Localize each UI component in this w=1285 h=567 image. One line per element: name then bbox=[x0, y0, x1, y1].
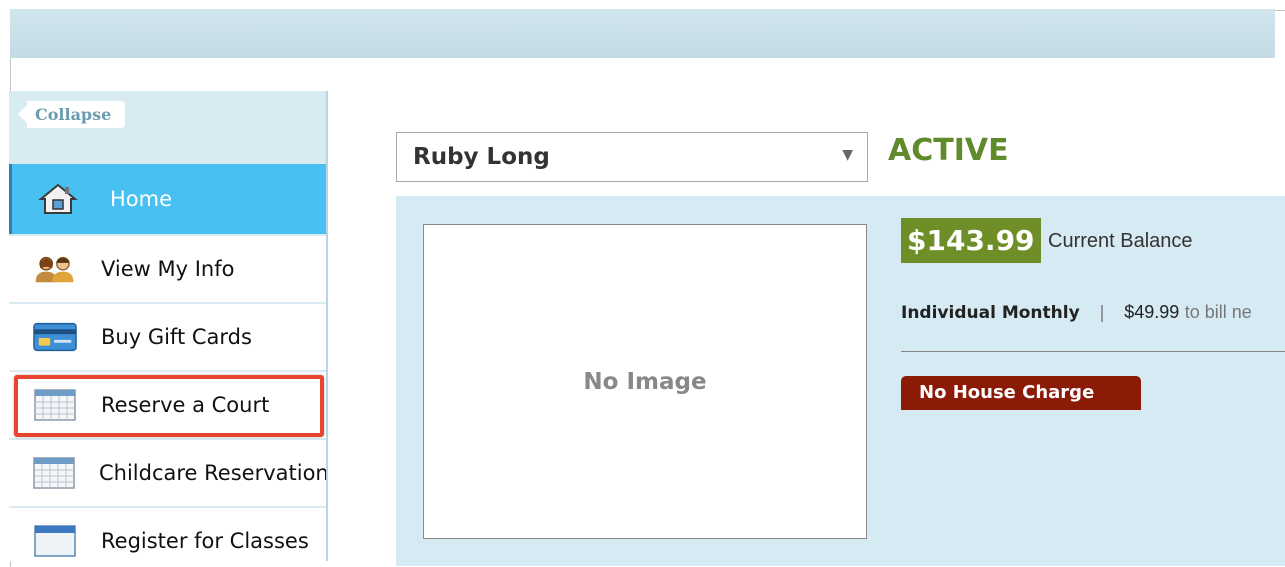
sidebar-item-home[interactable]: Home bbox=[9, 164, 326, 234]
plan-amount: $49.99 bbox=[1124, 302, 1180, 322]
calendar-icon bbox=[33, 457, 75, 489]
member-status: ACTIVE bbox=[888, 133, 1009, 168]
sidebar-item-label: Childcare Reservation bbox=[99, 461, 328, 485]
member-photo: No Image bbox=[423, 224, 867, 539]
sidebar-item-label: View My Info bbox=[101, 257, 235, 281]
gift-card-icon bbox=[33, 321, 77, 353]
sidebar-item-label: Buy Gift Cards bbox=[101, 325, 252, 349]
home-icon bbox=[36, 183, 80, 215]
photo-placeholder-text: No Image bbox=[583, 368, 707, 395]
sidebar-nav: Home View My Info Buy Gift Cards Reserve… bbox=[9, 164, 326, 561]
plan-name: Individual Monthly bbox=[901, 303, 1080, 323]
member-select[interactable]: Ruby Long ▼ bbox=[396, 132, 868, 182]
sidebar-item-view-my-info[interactable]: View My Info bbox=[9, 234, 326, 302]
house-charge-badge: No House Charge bbox=[901, 376, 1141, 410]
member-select-value: Ruby Long bbox=[413, 144, 550, 170]
sidebar-item-label: Register for Classes bbox=[101, 529, 309, 553]
sidebar-item-buy-gift-cards[interactable]: Buy Gift Cards bbox=[9, 302, 326, 370]
register-icon bbox=[33, 525, 77, 557]
sidebar-item-childcare-reservation[interactable]: Childcare Reservation bbox=[9, 438, 326, 506]
sidebar-item-register-for-classes[interactable]: Register for Classes bbox=[9, 506, 326, 561]
sidebar: Collapse Home View My Info Buy Gift Card… bbox=[9, 91, 328, 561]
collapse-button[interactable]: Collapse bbox=[17, 101, 126, 128]
balance-label: Current Balance bbox=[1048, 230, 1193, 252]
plan-note: to bill ne bbox=[1184, 302, 1252, 322]
divider bbox=[901, 351, 1285, 352]
balance-badge: $143.99 bbox=[901, 218, 1041, 263]
member-info-panel: No Image $143.99 Current Balance Individ… bbox=[396, 196, 1285, 566]
chevron-down-icon: ▼ bbox=[842, 147, 853, 163]
annotation-highlight-box bbox=[14, 375, 324, 437]
people-icon bbox=[33, 253, 77, 285]
top-header-bar bbox=[10, 9, 1275, 58]
membership-plan-row: Individual Monthly | $49.99 to bill ne bbox=[901, 302, 1252, 323]
plan-separator: | bbox=[1099, 303, 1105, 323]
sidebar-item-label: Home bbox=[110, 187, 173, 211]
